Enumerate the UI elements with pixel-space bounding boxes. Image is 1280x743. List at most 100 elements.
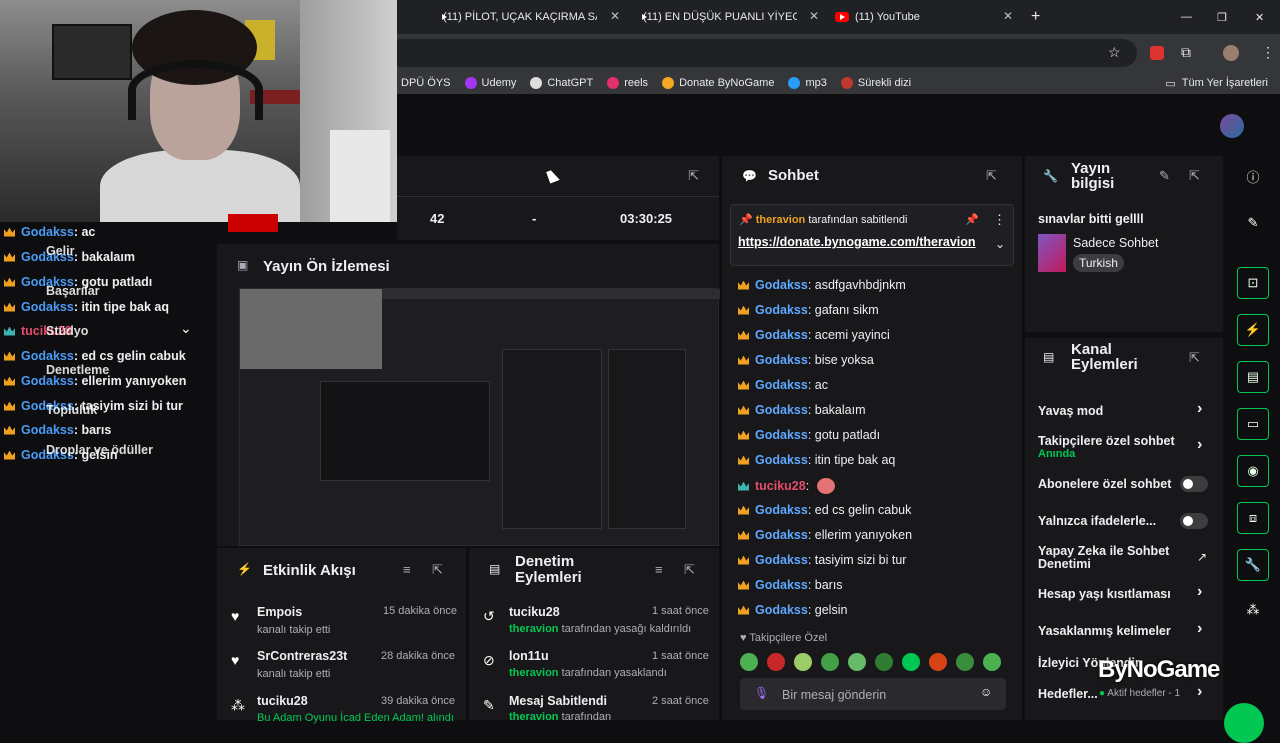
mod-user[interactable]: lon11u	[509, 649, 549, 663]
subscribers-only-chat[interactable]: Abonelere özel sohbet	[1038, 477, 1171, 491]
activity-user[interactable]: SrContreras23t	[257, 649, 347, 663]
account-age-restriction[interactable]: Hesap yaşı kısıtlaması	[1038, 587, 1171, 601]
followers-only-chat[interactable]: Takipçilere özel sohbet	[1038, 434, 1178, 448]
maximize-icon[interactable]: ❐	[1217, 8, 1227, 26]
unpin-icon[interactable]: 📌	[965, 213, 979, 226]
chevron-down-icon[interactable]: ⌄	[995, 237, 1005, 251]
clip-icon[interactable]: ⊡	[1237, 267, 1269, 299]
menu-item-moderation[interactable]: Denetleme	[46, 363, 109, 377]
bookmark[interactable]: Udemy	[464, 77, 516, 89]
emote-icon[interactable]	[956, 653, 974, 671]
emote-icon[interactable]	[767, 653, 785, 671]
chevron-down-icon[interactable]: ⌄	[180, 320, 192, 337]
info-icon[interactable]: ⓘ	[1237, 160, 1269, 192]
emote-icon[interactable]	[929, 653, 947, 671]
bookmark[interactable]: mp3	[788, 77, 827, 89]
emote-icon[interactable]	[983, 653, 1001, 671]
chevron-right-icon[interactable]: ›	[1197, 400, 1202, 418]
banned-words[interactable]: Yasaklanmış kelimeler	[1038, 624, 1171, 638]
star-icon[interactable]: ☆	[1108, 44, 1121, 61]
bookmark[interactable]: Donate ByNoGame	[662, 77, 774, 89]
url-field[interactable]	[397, 39, 1137, 67]
emote-icon[interactable]	[848, 653, 866, 671]
mod-user[interactable]: tuciku28	[509, 605, 560, 619]
more-menu-icon[interactable]: ⋮	[1261, 44, 1275, 61]
mod-time: 1 saat önce	[652, 605, 709, 617]
profile-avatar[interactable]	[1223, 45, 1239, 61]
goals[interactable]: Hedefler...	[1038, 687, 1098, 701]
pinned-message[interactable]: 📌 theravion tarafından sabitlendi 📌 ⋮ ht…	[730, 204, 1014, 266]
bookmark[interactable]: DPÜ ÖYS	[401, 77, 451, 89]
emote-icon[interactable]	[875, 653, 893, 671]
broadcast-icon[interactable]: ◉	[1237, 455, 1269, 487]
emoji-icon[interactable]: ☺	[980, 685, 992, 699]
bookmark[interactable]: reels	[607, 77, 648, 89]
mod-user[interactable]: Mesaj Sabitlendi	[509, 694, 607, 708]
close-tab-icon[interactable]: ✕	[809, 9, 819, 23]
undo-icon: ↺	[483, 608, 495, 624]
browser-tab[interactable]: (11) PİLOT, UÇAK KAÇIRMA SA	[437, 8, 597, 26]
extension-icon[interactable]	[1150, 46, 1164, 60]
browser-tab[interactable]: (11) YouTube	[835, 8, 995, 26]
edit-icon[interactable]: ✎	[1159, 168, 1170, 184]
popout-icon[interactable]: ⇱	[688, 168, 699, 184]
tag-badge[interactable]: Turkish	[1073, 254, 1124, 272]
pinned-link[interactable]: https://donate.bynogame.com/theravion	[738, 235, 976, 249]
popout-icon[interactable]: ⇱	[1189, 350, 1200, 366]
external-link-icon[interactable]: ↗	[1197, 550, 1207, 564]
emote-bar[interactable]	[740, 651, 1010, 673]
more-icon[interactable]: ⋮	[993, 212, 1006, 228]
browser-tab[interactable]: (11) EN DÜŞÜK PUANLI YİYECE	[637, 8, 797, 26]
stream-preview-video[interactable]	[239, 288, 720, 546]
category-thumbnail[interactable]	[1038, 234, 1066, 272]
notes-icon[interactable]: ▤	[1237, 361, 1269, 393]
chevron-right-icon[interactable]: ›	[1197, 683, 1202, 701]
filter-icon[interactable]: ≡	[655, 562, 663, 577]
bookmark[interactable]: ChatGPT	[530, 77, 593, 89]
emote-only-toggle[interactable]	[1180, 513, 1208, 529]
green-action-button[interactable]	[1224, 703, 1264, 743]
menu-item-drops[interactable]: Droplar ve ödüller	[46, 443, 153, 457]
close-tab-icon[interactable]: ✕	[610, 9, 620, 23]
chevron-right-icon[interactable]: ›	[1197, 620, 1202, 638]
ai-moderation[interactable]: Yapay Zeka ile Sohbet Denetimi	[1038, 545, 1183, 571]
chat-icon[interactable]: ▭	[1237, 408, 1269, 440]
menu-item-community[interactable]: Topluluk	[46, 403, 97, 417]
new-tab-button[interactable]: +	[1031, 8, 1040, 26]
emote-icon[interactable]	[794, 653, 812, 671]
chat-input[interactable]: 🎙 Bir mesaj gönderin ☺	[740, 678, 1006, 710]
menu-item-achievements[interactable]: Başarılar	[46, 284, 100, 298]
emote-icon[interactable]	[821, 653, 839, 671]
bookmark[interactable]: Sürekli dizi	[840, 77, 911, 89]
popout-icon[interactable]: ⇱	[684, 562, 695, 578]
emote-only-chat[interactable]: Yalnızca ifadelerle...	[1038, 514, 1156, 528]
crown-icon	[738, 555, 749, 565]
extensions-icon[interactable]: ⁂	[1237, 594, 1269, 626]
slow-mode[interactable]: Yavaş mod	[1038, 404, 1103, 418]
all-bookmarks[interactable]: ▭ Tüm Yer İşaretleri	[1165, 77, 1268, 90]
puzzle-icon[interactable]: ⧉	[1181, 44, 1191, 61]
lightning-icon[interactable]: ⚡	[1237, 314, 1269, 346]
edit-icon[interactable]: ✎	[1237, 207, 1269, 239]
wrench-icon[interactable]: 🔧	[1237, 549, 1269, 581]
close-window-icon[interactable]: ✕	[1255, 8, 1264, 26]
close-tab-icon[interactable]: ✕	[1003, 9, 1013, 23]
subscribers-only-toggle[interactable]	[1180, 476, 1208, 492]
emote-icon[interactable]	[902, 653, 920, 671]
activity-user[interactable]: Empois	[257, 605, 302, 619]
filter-icon[interactable]: ≡	[403, 562, 411, 577]
chevron-right-icon[interactable]: ›	[1197, 436, 1202, 454]
popout-icon[interactable]: ⇱	[1189, 168, 1200, 184]
popout-icon[interactable]: ⇱	[432, 562, 443, 578]
emote-icon[interactable]	[740, 653, 758, 671]
user-avatar[interactable]	[1220, 114, 1244, 138]
menu-item-studio[interactable]: Stüdyo	[46, 324, 88, 338]
menu-item-revenue[interactable]: Gelir	[46, 244, 75, 258]
activity-user[interactable]: tuciku28	[257, 694, 308, 708]
popout-icon[interactable]: ⇱	[986, 168, 997, 184]
chevron-right-icon[interactable]: ›	[1197, 583, 1202, 601]
stream-manager-icon[interactable]: ⧈	[1237, 502, 1269, 534]
minimize-icon[interactable]: —	[1181, 8, 1192, 26]
microphone-icon[interactable]: 🎙	[754, 686, 769, 700]
category-name[interactable]: Sadece Sohbet	[1073, 236, 1159, 250]
